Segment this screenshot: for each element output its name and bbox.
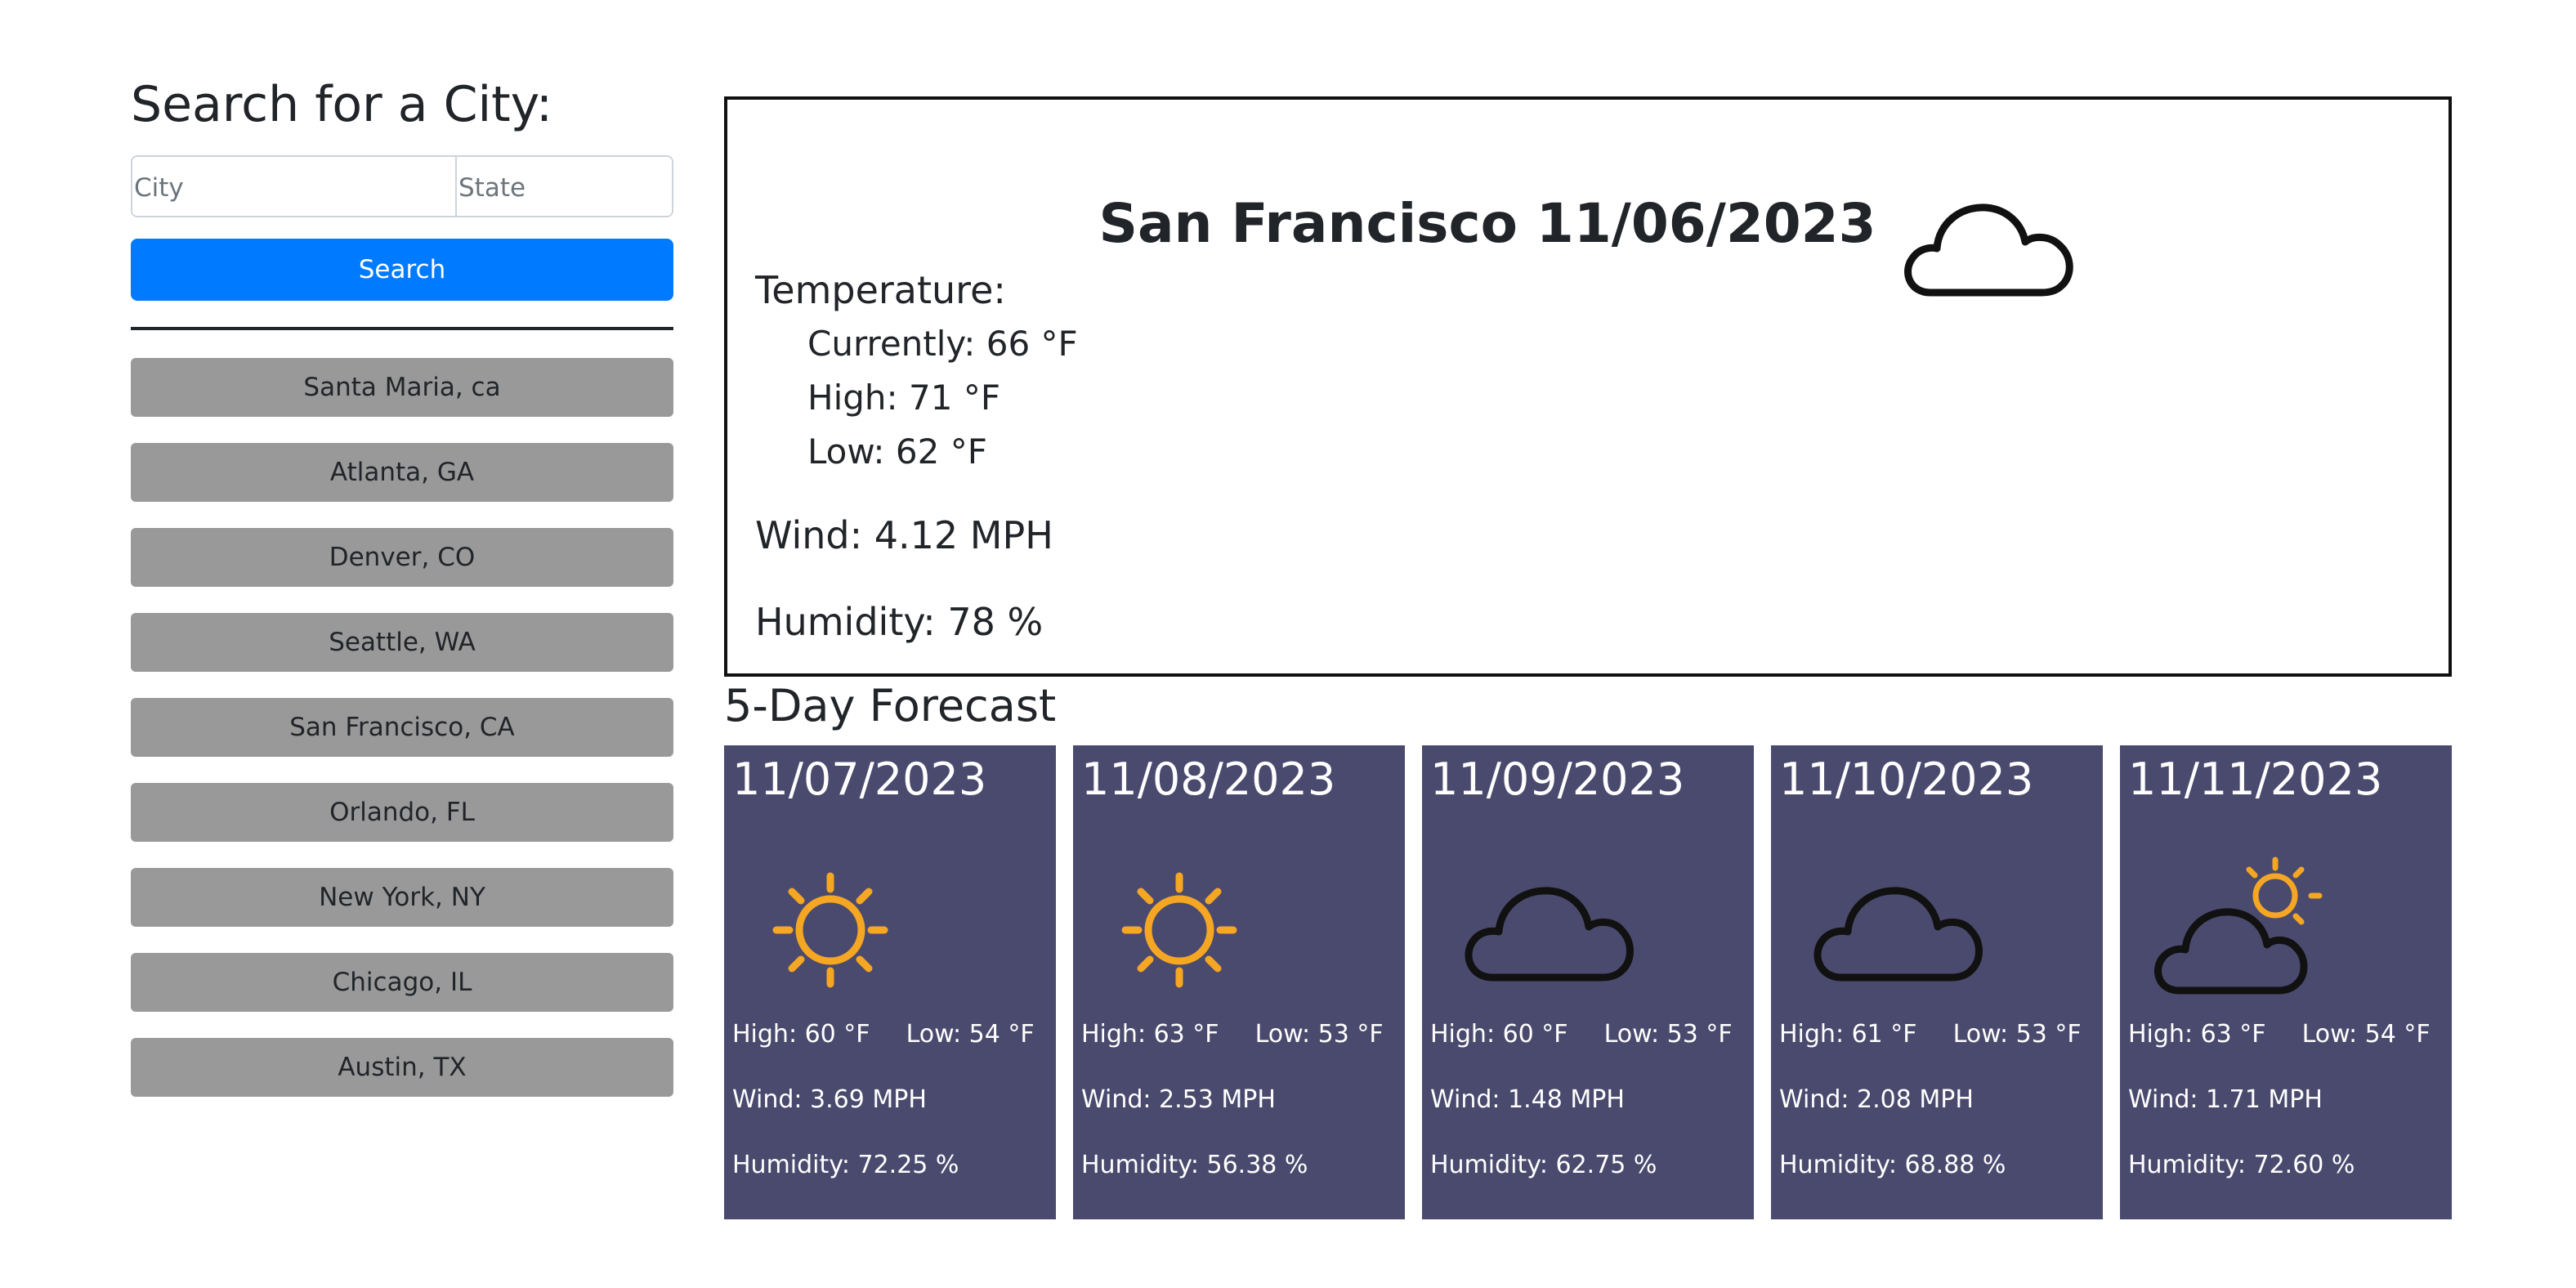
forecast-date: 11/10/2023 xyxy=(1779,754,2034,805)
forecast-high: High: 60 °F xyxy=(732,1020,870,1049)
forecast-card: 11/10/2023 High: 61 °F Low: 53 °F Wind: 2… xyxy=(1771,745,2103,1219)
low-temp: Low: 62 °F xyxy=(807,432,987,472)
current-weather-panel: San Francisco 11/06/2023 Temperature: Cu… xyxy=(724,96,2452,677)
forecast-humidity: Humidity: 62.75 % xyxy=(1430,1151,1657,1179)
forecast-low: Low: 54 °F xyxy=(906,1020,1035,1049)
temperature-label: Temperature: xyxy=(755,268,1006,312)
history-button-new-york[interactable]: New York, NY xyxy=(131,868,673,927)
search-button[interactable]: Search xyxy=(131,239,673,301)
forecast-humidity: Humidity: 72.25 % xyxy=(732,1151,959,1179)
divider xyxy=(131,327,673,330)
search-heading: Search for a City: xyxy=(131,76,553,133)
forecast-low: Low: 53 °F xyxy=(1603,1020,1733,1049)
forecast-card: 11/07/2023 High: 60 °F Low: 54 °F Wind: 3… xyxy=(724,745,1056,1219)
forecast-date: 11/09/2023 xyxy=(1430,754,1685,805)
cloud-icon xyxy=(1465,887,1634,982)
forecast-high: High: 60 °F xyxy=(1430,1020,1568,1049)
forecast-high-low: High: 61 °F Low: 53 °F xyxy=(1779,1020,2082,1049)
forecast-date: 11/11/2023 xyxy=(2128,754,2383,805)
forecast-humidity: Humidity: 72.60 % xyxy=(2128,1151,2355,1179)
forecast-wind: Wind: 3.69 MPH xyxy=(732,1085,927,1114)
history-button-austin[interactable]: Austin, TX xyxy=(131,1038,673,1097)
current-humidity: Humidity: 78 % xyxy=(755,600,1044,644)
forecast-wind: Wind: 2.53 MPH xyxy=(1081,1085,1276,1114)
history-button-denver[interactable]: Denver, CO xyxy=(131,528,673,587)
forecast-title: 5-Day Forecast xyxy=(724,680,1057,731)
sun-icon xyxy=(772,872,888,988)
current-details: Temperature: Currently: 66 °F High: 71 °… xyxy=(755,263,1078,651)
forecast-low: Low: 54 °F xyxy=(2301,1020,2431,1049)
forecast-humidity: Humidity: 56.38 % xyxy=(1081,1151,1308,1179)
sun-icon xyxy=(1121,872,1237,988)
forecast-high-low: High: 63 °F Low: 54 °F xyxy=(2128,1020,2431,1049)
history-button-santa-maria[interactable]: Santa Maria, ca xyxy=(131,358,673,417)
cloud-icon xyxy=(1903,203,2073,297)
forecast-high-low: High: 60 °F Low: 54 °F xyxy=(732,1020,1035,1049)
partly-cloudy-icon xyxy=(2154,856,2323,995)
forecast-high: High: 63 °F xyxy=(2128,1020,2266,1049)
forecast-humidity: Humidity: 68.88 % xyxy=(1779,1151,2006,1179)
forecast-high: High: 61 °F xyxy=(1779,1020,1917,1049)
high-temp: High: 71 °F xyxy=(807,378,1000,418)
history-button-san-francisco[interactable]: San Francisco, CA xyxy=(131,698,673,757)
forecast-high: High: 63 °F xyxy=(1081,1020,1219,1049)
current-wind: Wind: 4.12 MPH xyxy=(755,513,1053,557)
forecast-wind: Wind: 2.08 MPH xyxy=(1779,1085,1974,1114)
forecast-card: 11/09/2023 High: 60 °F Low: 53 °F Wind: 1… xyxy=(1422,745,1754,1219)
history-list: Santa Maria, ca Atlanta, GA Denver, CO S… xyxy=(131,358,673,1097)
city-input[interactable] xyxy=(132,157,457,216)
forecast-card: 11/08/2023 High: 63 °F Low: 53 °F Wind: 2… xyxy=(1073,745,1405,1219)
forecast-wind: Wind: 1.71 MPH xyxy=(2128,1085,2323,1114)
current-temp: Currently: 66 °F xyxy=(807,324,1078,364)
forecast-row: 11/07/2023 High: 60 °F Low: 54 °F Wind: 3… xyxy=(724,745,2452,1219)
cloud-icon xyxy=(1813,887,1983,982)
history-button-orlando[interactable]: Orlando, FL xyxy=(131,783,673,842)
forecast-card: 11/11/2023 High: 63 °F Low: 54 °F Wind: 1… xyxy=(2120,745,2452,1219)
history-button-atlanta[interactable]: Atlanta, GA xyxy=(131,443,673,502)
forecast-low: Low: 53 °F xyxy=(1254,1020,1384,1049)
history-button-seattle[interactable]: Seattle, WA xyxy=(131,613,673,672)
forecast-low: Low: 53 °F xyxy=(1952,1020,2082,1049)
forecast-date: 11/07/2023 xyxy=(732,754,987,805)
forecast-wind: Wind: 1.48 MPH xyxy=(1430,1085,1625,1114)
forecast-high-low: High: 63 °F Low: 53 °F xyxy=(1081,1020,1384,1049)
sidebar: Search for a City: Search Santa Maria, c… xyxy=(131,69,673,1123)
current-city-date: San Francisco 11/06/2023 xyxy=(1098,191,1876,255)
search-input-group xyxy=(131,155,673,217)
forecast-high-low: High: 60 °F Low: 53 °F xyxy=(1430,1020,1733,1049)
forecast-date: 11/08/2023 xyxy=(1081,754,1336,805)
state-input[interactable] xyxy=(457,157,672,216)
history-button-chicago[interactable]: Chicago, IL xyxy=(131,953,673,1012)
